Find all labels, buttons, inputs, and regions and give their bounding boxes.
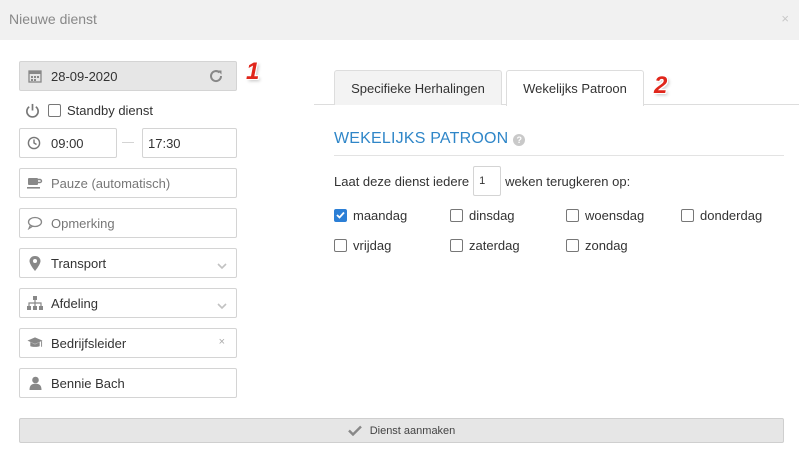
standby-label: Standby dienst — [67, 102, 154, 118]
calendar-icon — [27, 69, 43, 83]
coffee-icon — [27, 176, 43, 190]
user-icon — [27, 376, 43, 390]
repeat-row: Laat deze dienst iedere 1 weken terugker… — [334, 166, 630, 196]
role-select[interactable]: Bedrijfsleider × — [19, 328, 237, 358]
start-time-field[interactable]: 09:00 — [19, 128, 117, 158]
create-shift-label: Dienst aanmaken — [369, 424, 456, 437]
day-label: zondag — [585, 237, 628, 253]
checkbox[interactable] — [566, 208, 579, 222]
repeat-text-after: weken terugkeren op: — [505, 173, 631, 189]
check-icon — [336, 211, 345, 219]
transport-value: Transport — [51, 256, 107, 271]
checkbox[interactable] — [450, 238, 463, 252]
clear-icon[interactable]: × — [219, 336, 225, 348]
pause-field[interactable]: Pauze (automatisch) — [19, 168, 237, 198]
help-icon[interactable]: ? — [513, 134, 526, 146]
pause-placeholder: Pauze (automatisch) — [51, 176, 171, 191]
dialog-titlebar: Nieuwe dienst × — [0, 0, 799, 40]
employee-value: Bennie Bach — [51, 376, 125, 391]
annotation-one: 1 — [246, 58, 260, 85]
day-checkbox-zaterdag[interactable]: zaterdag — [450, 236, 520, 254]
role-value: Bedrijfsleider — [51, 336, 127, 351]
sitemap-icon — [27, 296, 43, 310]
annotation-two: 2 — [654, 72, 668, 99]
tab-specific-repeats[interactable]: Specifieke Herhalingen — [334, 70, 502, 105]
tab-weekly-pattern[interactable]: Wekelijks Patroon — [506, 70, 644, 106]
day-checkbox-woensdag[interactable]: woensdag — [566, 206, 644, 224]
create-shift-button[interactable]: Dienst aanmaken — [19, 418, 784, 443]
day-label: zaterdag — [469, 237, 520, 253]
refresh-icon[interactable] — [208, 68, 224, 87]
power-icon — [25, 103, 40, 118]
repeat-text-before: Laat deze dienst iedere — [334, 173, 470, 189]
day-label: donderdag — [700, 207, 763, 223]
day-checkbox-donderdag[interactable]: donderdag — [681, 206, 762, 224]
checkbox[interactable] — [334, 238, 347, 252]
day-checkbox-vrijdag[interactable]: vrijdag — [334, 236, 391, 254]
checkbox[interactable] — [681, 208, 694, 222]
date-field[interactable]: 28-09-2020 — [19, 61, 237, 91]
check-icon — [347, 425, 362, 436]
end-time-field[interactable]: 17:30 — [142, 128, 237, 158]
standby-row: Standby dienst — [25, 100, 153, 120]
checkbox-checked[interactable] — [334, 208, 347, 222]
day-checkbox-maandag[interactable]: maandag — [334, 206, 407, 224]
day-checkbox-zondag[interactable]: zondag — [566, 236, 628, 254]
dialog-title: Nieuwe dienst — [9, 11, 97, 27]
department-value: Afdeling — [51, 296, 98, 311]
transport-select[interactable]: Transport — [19, 248, 237, 278]
remark-field[interactable]: Opmerking — [19, 208, 237, 238]
day-label: vrijdag — [353, 237, 392, 253]
day-label: maandag — [353, 207, 408, 223]
department-select[interactable]: Afdeling — [19, 288, 237, 318]
section-divider — [334, 155, 784, 156]
map-marker-icon — [27, 255, 43, 271]
start-time-value: 09:00 — [51, 136, 84, 151]
day-label: dinsdag — [469, 207, 515, 223]
employee-select[interactable]: Bennie Bach — [19, 368, 237, 398]
comment-icon — [27, 216, 43, 230]
close-icon[interactable]: × — [781, 11, 789, 26]
standby-checkbox[interactable] — [48, 103, 61, 117]
section-title: WEKELIJKS PATROON ? — [334, 130, 526, 148]
checkbox[interactable] — [450, 208, 463, 222]
date-value: 28-09-2020 — [51, 69, 118, 84]
section-title-text: WEKELIJKS PATROON — [334, 130, 509, 147]
day-label: woensdag — [585, 207, 645, 223]
clock-icon — [27, 136, 41, 153]
chevron-down-icon — [217, 298, 227, 313]
graduation-cap-icon — [27, 336, 43, 350]
day-checkbox-dinsdag[interactable]: dinsdag — [450, 206, 515, 224]
time-separator — [122, 142, 134, 143]
chevron-down-icon — [217, 258, 227, 273]
repeat-weeks-input[interactable]: 1 — [473, 166, 502, 196]
checkbox[interactable] — [566, 238, 579, 252]
end-time-value: 17:30 — [148, 136, 181, 151]
remark-placeholder: Opmerking — [51, 216, 115, 231]
